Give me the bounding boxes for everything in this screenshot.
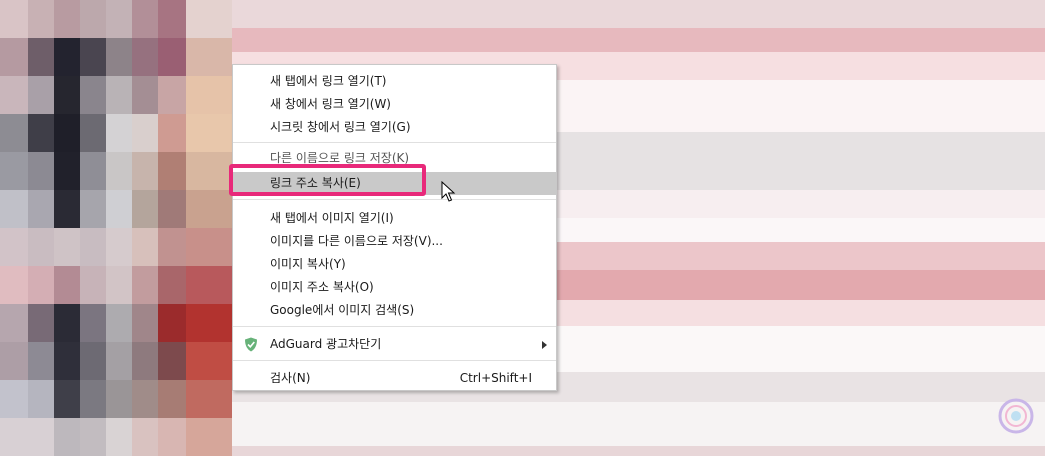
mouse-cursor-icon bbox=[441, 180, 457, 204]
menu-item-label: 시크릿 창에서 링크 열기(G) bbox=[270, 120, 411, 134]
watermark-logo-icon bbox=[997, 397, 1035, 435]
context-menu: 새 탭에서 링크 열기(T) 새 창에서 링크 열기(W) 시크릿 창에서 링크… bbox=[232, 64, 557, 391]
shortcut-text: Ctrl+Shift+I bbox=[459, 371, 532, 385]
menu-item-inspect[interactable]: 검사(N) Ctrl+Shift+I bbox=[233, 367, 556, 390]
menu-item-open-link-new-tab[interactable]: 새 탭에서 링크 열기(T) bbox=[233, 70, 556, 93]
adguard-shield-icon bbox=[244, 337, 258, 352]
annotation-highlight-box bbox=[229, 164, 426, 196]
menu-item-save-image-as[interactable]: 이미지를 다른 이름으로 저장(V)... bbox=[233, 230, 556, 253]
menu-item-label: 이미지 복사(Y) bbox=[270, 257, 346, 271]
menu-item-label: 새 탭에서 이미지 열기(I) bbox=[270, 211, 394, 225]
menu-item-label: 이미지 주소 복사(O) bbox=[270, 280, 374, 294]
menu-separator bbox=[233, 199, 556, 200]
menu-item-copy-image-address[interactable]: 이미지 주소 복사(O) bbox=[233, 276, 556, 299]
menu-item-label: Google에서 이미지 검색(S) bbox=[270, 303, 415, 317]
menu-item-adguard[interactable]: AdGuard 광고차단기 bbox=[233, 333, 556, 356]
menu-item-open-link-incognito[interactable]: 시크릿 창에서 링크 열기(G) bbox=[233, 116, 556, 139]
menu-item-label: AdGuard 광고차단기 bbox=[270, 337, 382, 351]
menu-item-copy-image[interactable]: 이미지 복사(Y) bbox=[233, 253, 556, 276]
menu-item-open-image-new-tab[interactable]: 새 탭에서 이미지 열기(I) bbox=[233, 207, 556, 230]
menu-item-label: 다른 이름으로 링크 저장(K) bbox=[270, 151, 410, 165]
menu-separator bbox=[233, 360, 556, 361]
menu-item-label: 이미지를 다른 이름으로 저장(V)... bbox=[270, 234, 443, 248]
menu-item-search-image-google[interactable]: Google에서 이미지 검색(S) bbox=[233, 299, 556, 322]
menu-separator bbox=[233, 326, 556, 327]
menu-separator bbox=[233, 142, 556, 143]
menu-item-label: 검사(N) bbox=[270, 371, 311, 385]
submenu-arrow-icon bbox=[542, 341, 547, 349]
menu-item-open-link-new-window[interactable]: 새 창에서 링크 열기(W) bbox=[233, 93, 556, 116]
menu-item-label: 새 창에서 링크 열기(W) bbox=[270, 97, 391, 111]
menu-item-label: 새 탭에서 링크 열기(T) bbox=[270, 74, 387, 88]
